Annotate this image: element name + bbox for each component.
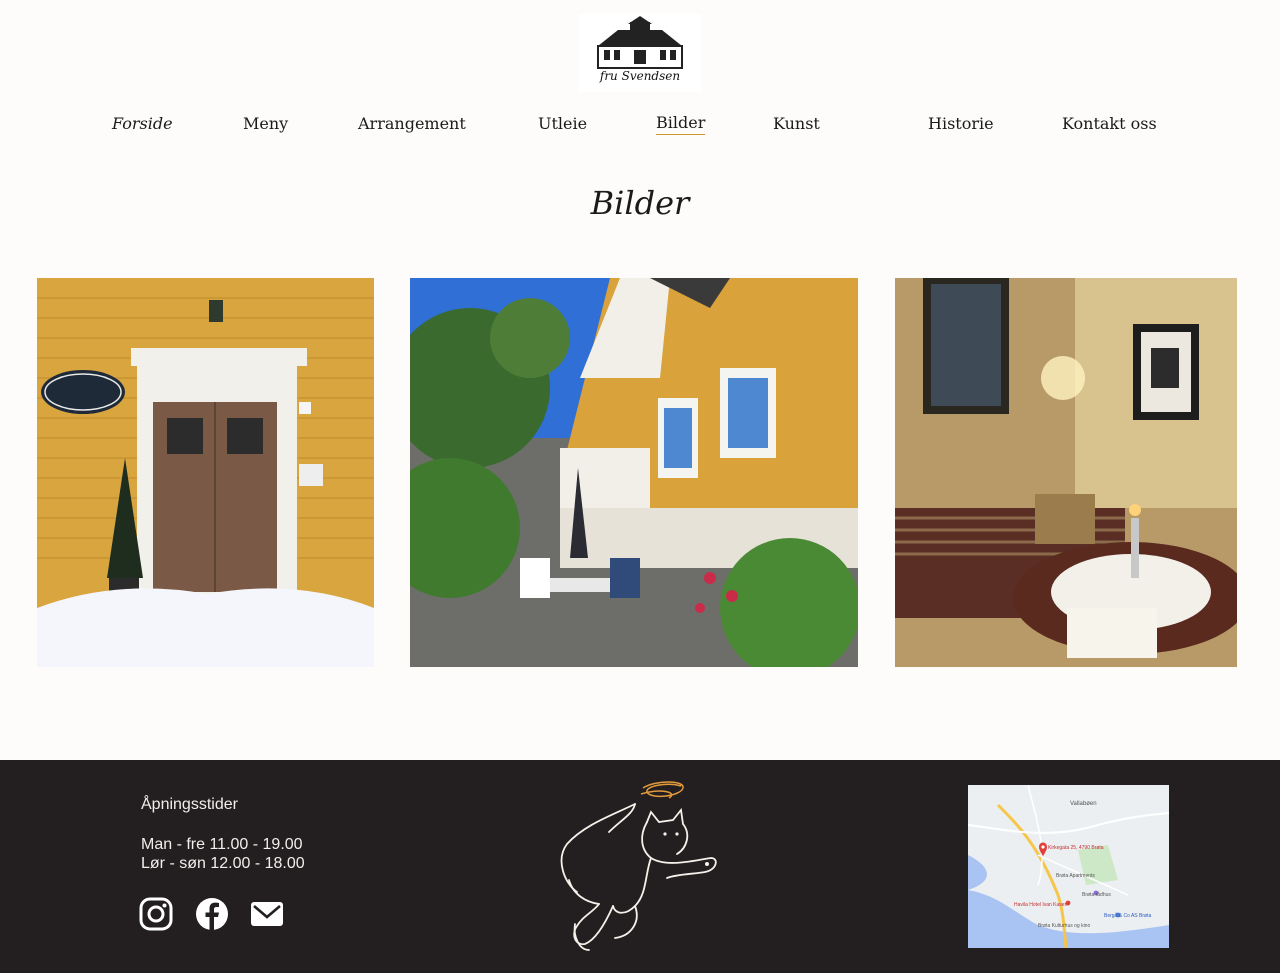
map-label-radhus: Brøta rådhus: [1082, 891, 1111, 898]
opening-hours-weekend: Lør - søn 12.00 - 18.00: [141, 855, 305, 872]
opening-hours-weekdays: Man - fre 11.00 - 19.00: [141, 836, 303, 853]
logo-text: fru Svendsen: [599, 69, 681, 83]
opening-hours-title: Åpningsstider: [141, 796, 238, 813]
interior-lounge-photo[interactable]: [895, 278, 1237, 667]
nav-item-forside[interactable]: Forside: [112, 112, 173, 136]
map-label-address: Kirkegata 25, 4790 Brøta: [1048, 845, 1104, 851]
nav-item-arrangement[interactable]: Arrangement: [358, 112, 466, 136]
map-label-berga: Bergå & Co AS Brøta: [1104, 912, 1151, 919]
nav-item-historie[interactable]: Historie: [928, 112, 994, 136]
location-map[interactable]: Vallabøen Kirkegata 25, 4790 Brøta Brøta…: [968, 785, 1169, 948]
garden-terrace-photo[interactable]: [410, 278, 858, 667]
map-label-kulturhus: Brøta Kulturhus og kino: [1038, 923, 1090, 929]
nav-item-meny[interactable]: Meny: [243, 112, 288, 136]
map-label-apartments: Brøta Apartments: [1056, 873, 1095, 879]
map-label-vallaboen: Vallabøen: [1070, 801, 1097, 807]
cafe-door-photo[interactable]: [37, 278, 374, 667]
map-label-hotel: Havila Hotel Ivan Kasen: [1014, 902, 1068, 908]
nav-item-utleie[interactable]: Utleie: [538, 112, 587, 136]
site-logo[interactable]: fru Svendsen: [578, 14, 702, 92]
nav-item-kunst[interactable]: Kunst: [773, 112, 820, 136]
nav-item-kontakt-oss[interactable]: Kontakt oss: [1062, 112, 1157, 136]
instagram-icon[interactable]: [139, 897, 173, 931]
mail-icon[interactable]: [250, 897, 284, 931]
site-footer: Åpningsstider Man - fre 11.00 - 19.00 Lø…: [0, 760, 1280, 973]
nav-item-bilder[interactable]: Bilder: [656, 112, 706, 135]
cat-illustration: [555, 774, 725, 952]
page-title: Bilder: [590, 184, 690, 222]
facebook-icon[interactable]: [195, 897, 229, 931]
